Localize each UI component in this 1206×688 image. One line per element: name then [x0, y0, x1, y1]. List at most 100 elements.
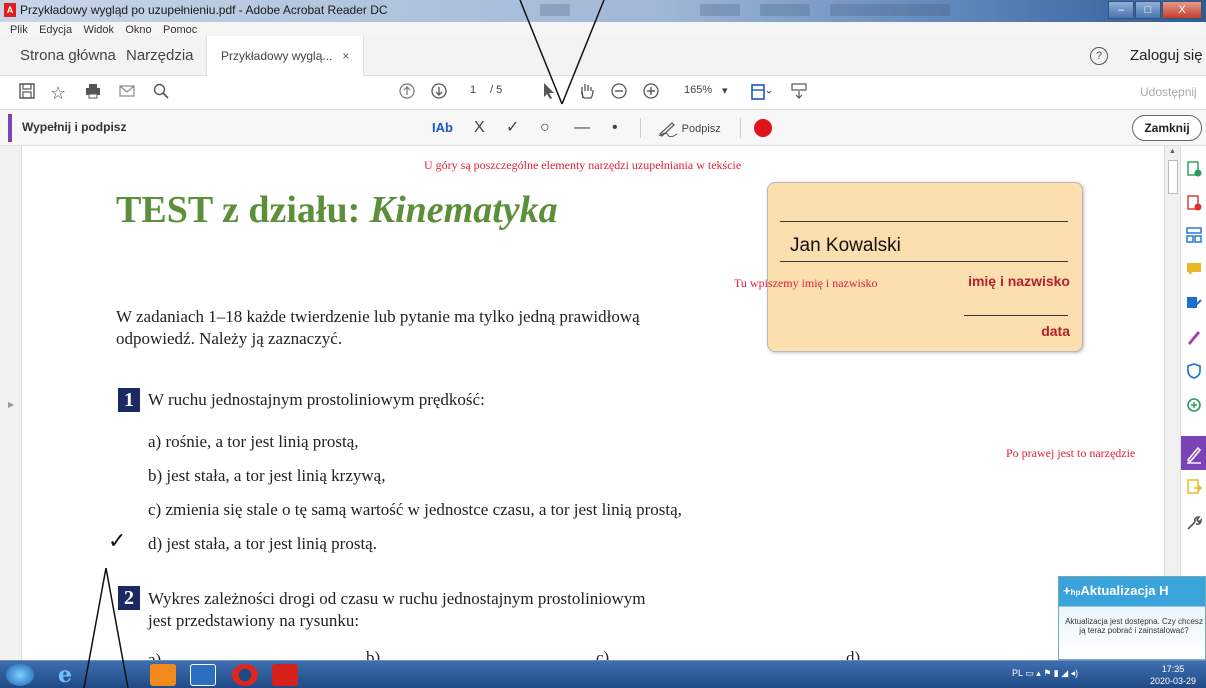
menu-view[interactable]: Widok — [83, 24, 114, 36]
window-title: Przykładowy wygląd po uzupełnieniu.pdf -… — [20, 3, 388, 17]
media-player-icon[interactable] — [150, 664, 176, 686]
accent-bar — [8, 114, 12, 142]
name-date-card: Jan Kowalski imię i nazwisko data — [767, 182, 1083, 352]
close-window-button[interactable]: X — [1162, 1, 1202, 19]
document-title: TEST z działu: Kinematyka — [116, 188, 558, 232]
menu-bar: Plik Edycja Widok Okno Pomoc — [0, 22, 1206, 36]
sign-tool[interactable]: Podpisz — [658, 117, 721, 139]
hand-tool-icon[interactable] — [578, 82, 596, 104]
create-pdf-icon[interactable] — [1185, 194, 1203, 212]
protect-shield-icon[interactable] — [1185, 362, 1203, 380]
bookmark-star-icon[interactable]: ☆ — [50, 82, 66, 104]
annotation-name-hint: Tu wpiszemy imię i nazwisko — [734, 276, 878, 290]
page-number-input[interactable]: 1 — [470, 84, 476, 96]
opera-icon[interactable] — [232, 664, 258, 686]
answer-b: b) jest stała, a tor jest linią krzywą, — [148, 466, 386, 485]
document-title-italic: Kinematyka — [369, 189, 558, 231]
page-total: / 5 — [490, 84, 503, 96]
answer-d: d) jest stała, a tor jest linią prostą. — [148, 534, 377, 553]
menu-edit[interactable]: Edycja — [39, 24, 72, 36]
intro-text: W zadaniach 1–18 każde twierdzenie lub p… — [116, 307, 640, 348]
circle-tool[interactable]: ○ — [540, 117, 550, 139]
scroll-up-arrow[interactable]: ▲ — [1169, 148, 1176, 155]
menu-help[interactable]: Pomoc — [163, 24, 197, 36]
add-text-label: Ab — [435, 120, 453, 135]
blurred-area — [760, 4, 810, 16]
hp-update-notification[interactable]: +hpAktualizacja H Aktualizacja jest dost… — [1058, 576, 1206, 660]
export-pdf-icon[interactable] — [1185, 160, 1203, 178]
close-fill-sign-button[interactable]: Zamknij — [1132, 115, 1202, 141]
question-number: 2 — [118, 586, 140, 610]
tab-home[interactable]: Strona główna — [20, 36, 116, 76]
page-up-icon[interactable] — [398, 82, 416, 104]
checkmark-tool[interactable]: ✓ — [506, 117, 519, 139]
enhance-scan-icon[interactable] — [1185, 396, 1203, 414]
zoom-out-icon[interactable] — [610, 82, 628, 104]
left-panel-toggle[interactable]: ▶ — [0, 146, 22, 660]
sign-tool-label: Podpisz — [681, 123, 721, 135]
date-label: data — [1041, 323, 1070, 339]
document-view[interactable]: ▶ U góry są poszczególne elementy narzęd… — [0, 146, 1164, 660]
help-icon[interactable]: ? — [1090, 47, 1108, 65]
card-line — [780, 221, 1068, 222]
line-tool[interactable]: — — [574, 117, 590, 139]
more-tools-icon[interactable] — [1185, 514, 1203, 532]
dot-tool[interactable]: • — [612, 117, 618, 139]
internet-explorer-icon[interactable]: e — [58, 664, 84, 686]
scroll-thumb[interactable] — [1168, 160, 1178, 194]
blurred-area — [700, 4, 740, 16]
send-for-review-icon[interactable] — [1185, 478, 1203, 496]
sign-pen-icon[interactable] — [1185, 328, 1203, 346]
fit-page-icon[interactable] — [750, 82, 772, 104]
hp-update-body: Aktualizacja jest dostępna. Czy chcesz j… — [1065, 617, 1203, 635]
remote-desktop-icon[interactable] — [190, 664, 216, 686]
toolbar-separator — [640, 118, 641, 138]
cross-mark-tool[interactable]: X — [474, 117, 485, 139]
language-indicator[interactable]: PL — [1012, 668, 1023, 678]
menu-window[interactable]: Okno — [125, 24, 151, 36]
tab-document-label: Przykładowy wyglą... — [221, 49, 333, 63]
option-label: c) — [596, 648, 610, 660]
tab-document[interactable]: Przykładowy wyglą... × — [206, 36, 365, 76]
save-icon[interactable] — [18, 82, 36, 104]
answer-a: a) rośnie, a tor jest linią prostą, — [148, 432, 359, 451]
organize-pages-icon[interactable] — [1185, 226, 1203, 244]
start-orb-icon[interactable] — [6, 664, 34, 686]
tab-tools[interactable]: Narzędzia — [126, 36, 194, 76]
comment-icon[interactable] — [1185, 260, 1203, 278]
system-tray[interactable]: PL ▭ ▴ ⚑ ▮ ◢ ◂) — [1012, 668, 1078, 679]
fill-sign-tool-icon[interactable] — [1181, 436, 1206, 470]
scroll-mode-icon[interactable] — [790, 82, 808, 104]
name-label: imię i nazwisko — [968, 273, 1070, 289]
share-button[interactable]: Udostępnij — [1140, 85, 1197, 99]
menu-file[interactable]: Plik — [10, 24, 28, 36]
search-zoom-icon[interactable] — [152, 82, 170, 104]
email-icon[interactable] — [118, 82, 136, 104]
fill-sign-toolbar: Wypełnij i podpisz IAb X ✓ ○ — • Podpisz… — [0, 110, 1206, 146]
select-cursor-icon[interactable] — [542, 82, 556, 104]
system-clock[interactable]: 17:35 2020-03-29 — [1150, 663, 1196, 687]
zoom-in-icon[interactable] — [642, 82, 660, 104]
edit-pdf-icon[interactable] — [1185, 294, 1203, 312]
acrobat-taskbar-icon[interactable] — [272, 664, 298, 686]
question-text: jest przedstawiony na rysunku: — [148, 611, 360, 630]
add-text-tool[interactable]: IAb — [432, 117, 453, 139]
option-label: d) — [846, 648, 861, 660]
maximize-button[interactable]: □ — [1135, 1, 1161, 19]
page-down-icon[interactable] — [430, 82, 448, 104]
option-label: b) — [366, 648, 381, 660]
card-line — [780, 261, 1068, 262]
print-icon[interactable] — [84, 82, 102, 104]
color-picker-dot[interactable] — [754, 119, 772, 137]
zoom-level-select[interactable]: 165% — [684, 84, 712, 96]
chevron-right-icon[interactable]: ▶ — [8, 400, 14, 409]
filled-name[interactable]: Jan Kowalski — [790, 235, 901, 257]
chevron-down-icon[interactable]: ▾ — [722, 84, 728, 97]
window-title-bar[interactable]: A Przykładowy wygląd po uzupełnieniu.pdf… — [0, 0, 1206, 22]
minimize-button[interactable]: – — [1108, 1, 1134, 19]
login-link[interactable]: Zaloguj się — [1130, 36, 1203, 76]
toolbar-separator — [740, 118, 741, 138]
checkmark-annotation[interactable]: ✓ — [108, 528, 126, 554]
tab-close-icon[interactable]: × — [342, 49, 349, 63]
card-line — [964, 315, 1068, 316]
